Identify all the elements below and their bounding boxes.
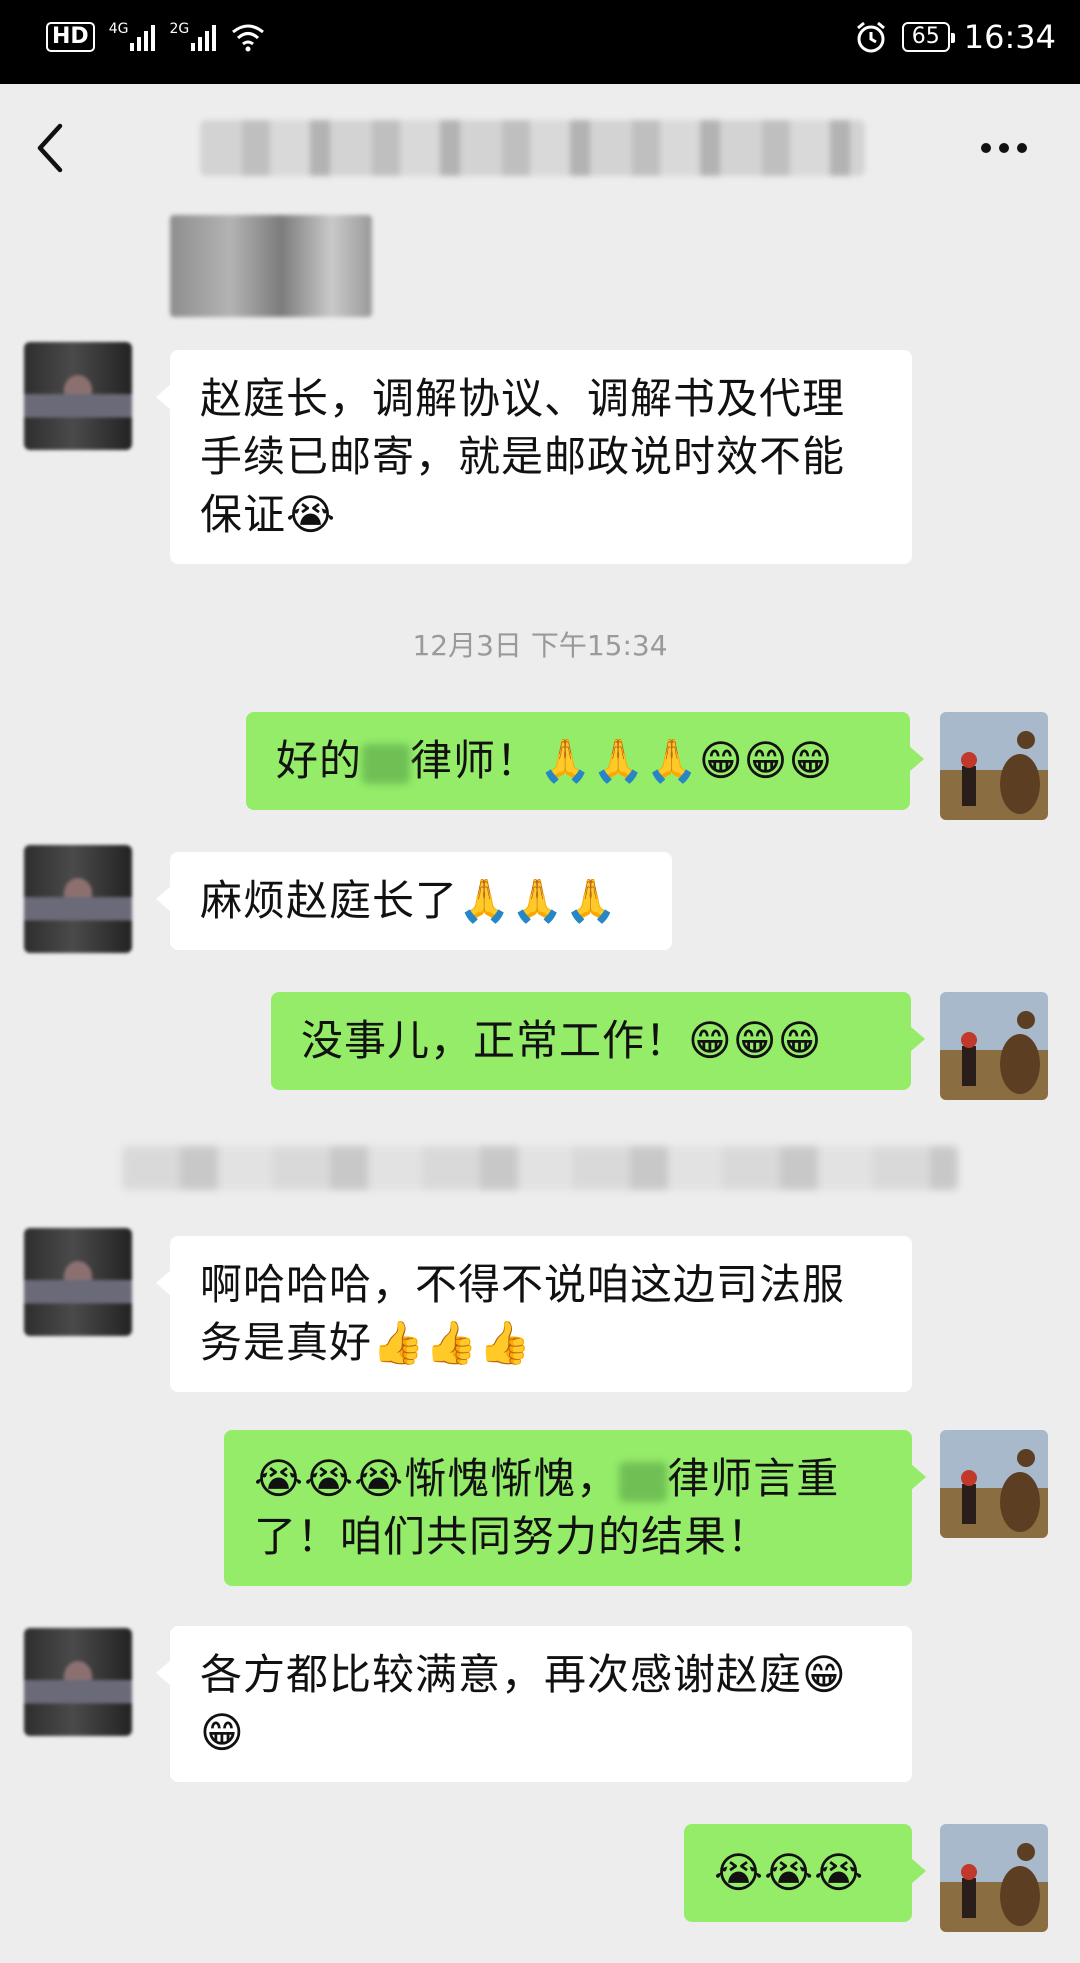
status-left-icons: HD 4G 2G — [46, 21, 266, 52]
alarm-icon — [856, 21, 885, 53]
message-bubble-outgoing[interactable]: 没事儿，正常工作！😁😁😁 — [271, 992, 925, 1090]
chat-header — [0, 84, 1080, 212]
battery-indicator: 65 — [901, 22, 955, 52]
avatar[interactable] — [24, 342, 132, 450]
status-bar: HD 4G 2G 65 16:34 — [0, 0, 1080, 84]
message-timestamp: 12月3日 下午15:34 — [412, 629, 668, 662]
signal-2g-icon: 2G — [169, 21, 217, 51]
message-text: 😭😭😭惭愧惭愧， — [254, 1454, 620, 1503]
message-text: 律师！🙏🙏🙏😁😁😁 — [410, 736, 834, 785]
status-clock: 16:34 — [963, 18, 1056, 56]
avatar[interactable] — [940, 1430, 1048, 1538]
redacted-name — [362, 743, 411, 784]
avatar[interactable] — [24, 845, 132, 953]
message-bubble-incoming[interactable]: 各方都比较满意，再次感谢赵庭😁😁 — [156, 1626, 912, 1782]
message-bubble-incoming[interactable]: 啊哈哈哈，不得不说咱这边司法服务是真好👍👍👍 — [156, 1236, 912, 1392]
status-right-icons: 65 16:34 — [854, 18, 1056, 56]
wifi-icon — [232, 24, 265, 52]
message-bubble-incoming[interactable]: 赵庭长，调解协议、调解书及代理手续已邮寄，就是邮政说时效不能保证😭 — [156, 350, 912, 564]
redacted-image-message[interactable] — [170, 215, 372, 317]
message-bubble-outgoing[interactable]: 😭😭😭 — [684, 1824, 926, 1922]
avatar[interactable] — [940, 992, 1048, 1100]
avatar[interactable] — [24, 1228, 132, 1336]
avatar[interactable] — [940, 712, 1048, 820]
message-bubble-incoming[interactable]: 麻烦赵庭长了🙏🙏🙏 — [156, 852, 672, 950]
signal-4g-icon: 4G — [108, 21, 156, 51]
message-text: 好的 — [276, 736, 363, 785]
system-notice-redacted — [122, 1146, 958, 1190]
hd-icon: HD — [46, 22, 95, 52]
chevron-left-icon[interactable] — [30, 116, 74, 180]
network-2g-label: 2G — [169, 21, 190, 37]
message-bubble-outgoing[interactable]: 😭😭😭惭愧惭愧， 律师言重了！咱们共同努力的结果！ — [224, 1430, 926, 1586]
avatar[interactable] — [24, 1628, 132, 1736]
network-4g-label: 4G — [108, 21, 129, 37]
chat-title-redacted — [200, 120, 865, 176]
avatar[interactable] — [940, 1824, 1048, 1932]
message-bubble-outgoing[interactable]: 好的 律师！🙏🙏🙏😁😁😁 — [246, 712, 924, 810]
redacted-name — [619, 1461, 668, 1502]
ellipsis-icon[interactable] — [976, 126, 1032, 170]
